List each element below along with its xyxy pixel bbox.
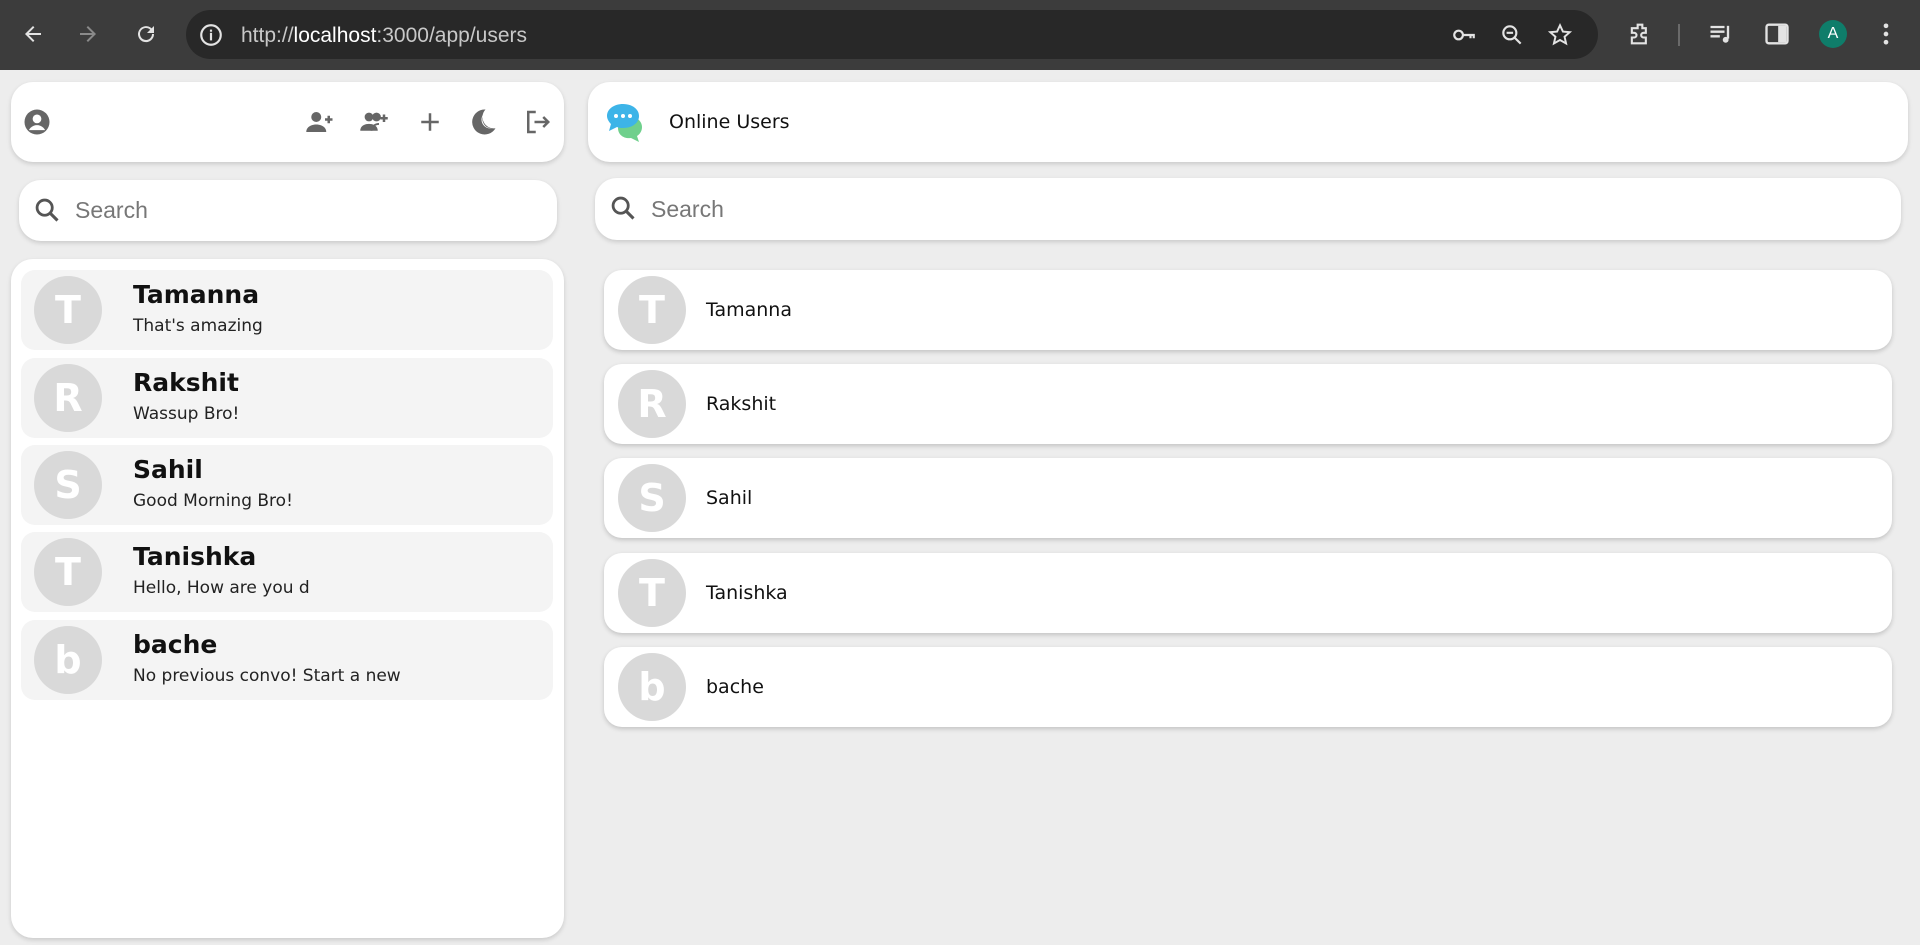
online-user-card[interactable]: T Tamanna: [604, 270, 1892, 350]
avatar: S: [618, 464, 686, 532]
user-search-bar: [595, 178, 1901, 240]
user-name: Tamanna: [706, 299, 792, 321]
side-panel-icon[interactable]: [1763, 20, 1791, 48]
conversation-name: bache: [133, 630, 218, 659]
site-info-icon[interactable]: [198, 22, 224, 48]
conversation-name: Tanishka: [133, 542, 257, 571]
conversation-name: Sahil: [133, 455, 203, 484]
search-icon: [35, 198, 59, 222]
media-queue-icon[interactable]: [1707, 20, 1735, 48]
avatar: T: [618, 559, 686, 627]
add-button[interactable]: [414, 106, 446, 138]
online-user-card[interactable]: T Tanishka: [604, 553, 1892, 633]
theme-toggle-button[interactable]: [467, 106, 499, 138]
account-circle-icon: [24, 109, 50, 135]
group-add-icon: [360, 112, 388, 131]
zoom-icon[interactable]: [1499, 22, 1525, 48]
arrow-left-icon: [25, 26, 41, 42]
last-message: No previous convo! Start a new: [133, 666, 401, 686]
address-bar[interactable]: http://localhost:3000/app/users: [186, 10, 1598, 59]
online-users-header: Online Users: [588, 82, 1908, 162]
avatar: R: [618, 370, 686, 438]
profile-button[interactable]: [21, 106, 53, 138]
conversation-item[interactable]: S Sahil Good Morning Bro!: [21, 445, 553, 525]
back-button[interactable]: [16, 17, 50, 51]
online-user-card[interactable]: R Rakshit: [604, 364, 1892, 444]
avatar: b: [34, 626, 102, 694]
last-message: Wassup Bro!: [133, 404, 240, 424]
user-name: Sahil: [706, 487, 753, 509]
last-message: Good Morning Bro!: [133, 491, 293, 511]
conversation-name: Tamanna: [133, 280, 260, 309]
conversation-name: Rakshit: [133, 368, 239, 397]
forward-button[interactable]: [71, 17, 105, 51]
avatar: T: [618, 276, 686, 344]
chat-search-input[interactable]: [75, 180, 545, 241]
conversation-list: T Tamanna That's amazing R Rakshit Wassu…: [11, 259, 564, 938]
last-message: That's amazing: [133, 316, 263, 336]
menu-kebab-icon[interactable]: [1872, 20, 1900, 48]
profile-avatar[interactable]: A: [1819, 20, 1847, 48]
star-icon[interactable]: [1547, 22, 1573, 48]
user-name: bache: [706, 676, 764, 698]
conversation-item[interactable]: T Tanishka Hello, How are you d: [21, 532, 553, 612]
user-name: Tanishka: [706, 582, 788, 604]
avatar: T: [34, 538, 102, 606]
user-name: Rakshit: [706, 393, 777, 415]
create-group-button[interactable]: [358, 106, 390, 138]
browser-toolbar: http://localhost:3000/app/users A: [0, 0, 1920, 70]
logout-icon: [527, 110, 551, 134]
conversation-item[interactable]: R Rakshit Wassup Bro!: [21, 358, 553, 438]
reload-icon: [138, 26, 155, 43]
search-icon: [611, 196, 635, 220]
sidebar-header: [11, 82, 564, 162]
avatar: R: [34, 364, 102, 432]
conversation-item[interactable]: b bache No previous convo! Start a new: [21, 620, 553, 700]
toolbar-divider: [1678, 24, 1680, 46]
page-title: Online Users: [669, 111, 790, 133]
online-user-card[interactable]: S Sahil: [604, 458, 1892, 538]
conversation-item[interactable]: T Tamanna That's amazing: [21, 270, 553, 350]
avatar: b: [618, 653, 686, 721]
person-add-icon: [306, 112, 333, 132]
arrow-right-icon: [80, 26, 96, 42]
reload-button[interactable]: [129, 17, 163, 51]
user-search-input[interactable]: [651, 178, 1881, 240]
extensions-icon[interactable]: [1626, 20, 1654, 48]
key-icon[interactable]: [1451, 22, 1477, 48]
avatar: S: [34, 451, 102, 519]
add-user-button[interactable]: [304, 106, 336, 138]
online-user-card[interactable]: b bache: [604, 647, 1892, 727]
logout-button[interactable]: [521, 106, 553, 138]
url-text[interactable]: http://localhost:3000/app/users: [241, 24, 527, 48]
chat-search-bar: [19, 180, 557, 241]
avatar: T: [34, 276, 102, 344]
last-message: Hello, How are you d: [133, 578, 310, 598]
chat-bubbles-logo-icon: [607, 104, 642, 142]
moon-icon: [472, 109, 496, 135]
plus-icon: [421, 113, 439, 131]
